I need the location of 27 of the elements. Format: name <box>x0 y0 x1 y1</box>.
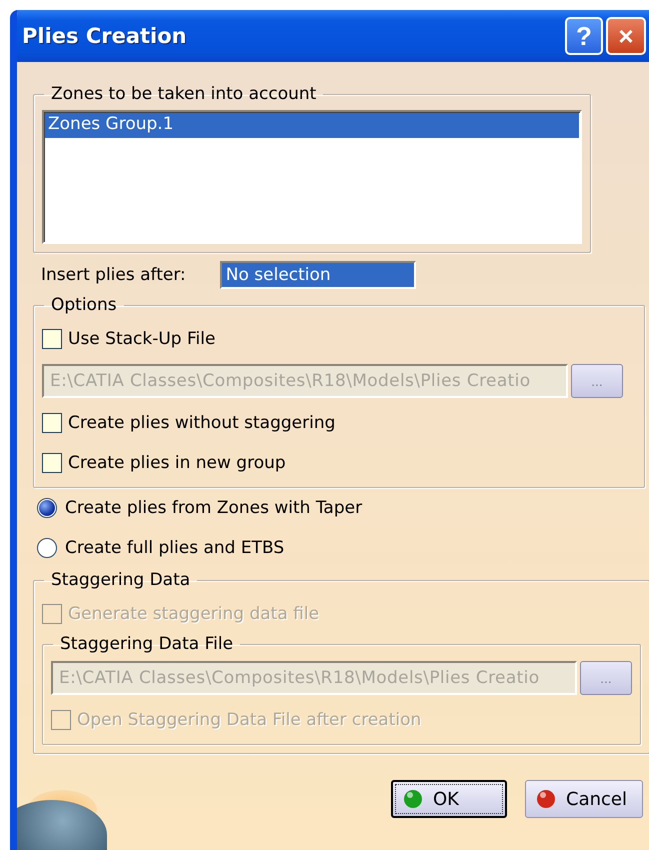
group-label: Staggering Data <box>50 570 192 590</box>
checkbox-label: Generate staggering data file <box>68 604 320 624</box>
ok-button[interactable]: OK <box>391 780 507 818</box>
list-item[interactable]: Zones Group.1 <box>45 113 579 138</box>
group-label: Staggering Data File <box>59 634 234 654</box>
group-label: Options <box>50 295 118 315</box>
radio-button[interactable] <box>37 498 57 518</box>
group-label: Zones to be taken into account <box>50 84 318 104</box>
checkbox[interactable] <box>42 329 62 349</box>
checkbox-label: Use Stack-Up File <box>68 329 216 349</box>
radio-label: Create full plies and ETBS <box>65 538 284 558</box>
checkbox[interactable] <box>42 453 62 473</box>
zones-list[interactable]: Zones Group.1 <box>42 110 582 244</box>
help-button[interactable]: ? <box>565 17 603 55</box>
checkbox-label: Create plies without staggering <box>68 413 336 433</box>
checkbox-label: Create plies in new group <box>68 453 286 473</box>
ball-icon <box>403 789 423 809</box>
checkbox[interactable] <box>42 413 62 433</box>
selection-field[interactable]: No selection <box>220 261 416 289</box>
checkbox-label: Open Staggering Data File after creation <box>77 710 422 730</box>
radio-button[interactable] <box>37 538 57 558</box>
close-button[interactable]: × <box>606 17 646 55</box>
field-label: Insert plies after: <box>41 265 186 285</box>
cancel-button[interactable]: Cancel <box>525 780 643 818</box>
ball-icon <box>536 789 556 809</box>
radio-label: Create plies from Zones with Taper <box>65 498 362 518</box>
window-title: Plies Creation <box>22 24 188 48</box>
